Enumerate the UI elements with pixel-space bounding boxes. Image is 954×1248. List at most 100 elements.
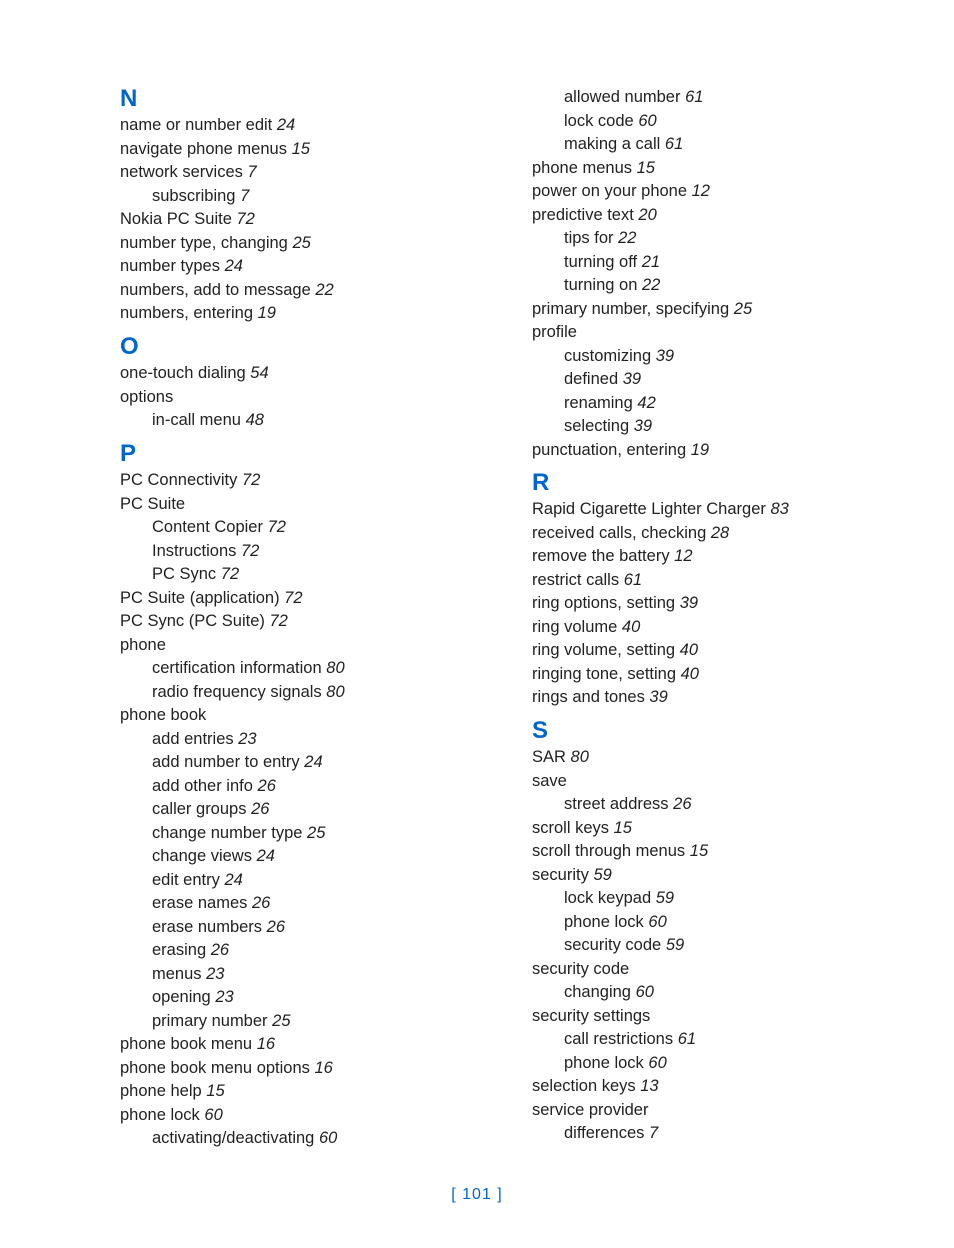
index-entry[interactable]: navigate phone menus 15 [120, 138, 462, 162]
index-entry[interactable]: service provider [532, 1099, 874, 1123]
index-entry[interactable]: name or number edit 24 [120, 114, 462, 138]
index-entry-label: scroll keys [532, 819, 609, 837]
index-subentry[interactable]: selecting 39 [564, 415, 874, 439]
index-subentry[interactable]: customizing 39 [564, 345, 874, 369]
index-subentry[interactable]: change views 24 [152, 845, 462, 869]
index-subentry[interactable]: change number type 25 [152, 822, 462, 846]
index-subentry[interactable]: phone lock 60 [564, 1052, 874, 1076]
index-entry-page: 59 [666, 936, 684, 954]
index-entry[interactable]: security code [532, 958, 874, 982]
index-subentry[interactable]: lock keypad 59 [564, 887, 874, 911]
index-entry[interactable]: number types 24 [120, 255, 462, 279]
index-entry-page: 7 [247, 163, 256, 181]
index-entry[interactable]: network services 7 [120, 161, 462, 185]
index-subentry[interactable]: making a call 61 [564, 133, 874, 157]
index-entry[interactable]: ring volume 40 [532, 616, 874, 640]
index-entry[interactable]: restrict calls 61 [532, 569, 874, 593]
index-entry-label: navigate phone menus [120, 140, 287, 158]
index-subentry[interactable]: in-call menu 48 [152, 409, 462, 433]
index-subentry[interactable]: radio frequency signals 80 [152, 681, 462, 705]
index-subentry[interactable]: call restrictions 61 [564, 1028, 874, 1052]
index-entry-page: 16 [257, 1035, 275, 1053]
index-subentry[interactable]: tips for 22 [564, 227, 874, 251]
index-entry-label: change number type [152, 824, 302, 842]
index-subentry[interactable]: changing 60 [564, 981, 874, 1005]
index-entry[interactable]: PC Suite [120, 493, 462, 517]
index-subentry[interactable]: opening 23 [152, 986, 462, 1010]
index-entry[interactable]: primary number, specifying 25 [532, 298, 874, 322]
index-subentry[interactable]: primary number 25 [152, 1010, 462, 1034]
index-entry[interactable]: number type, changing 25 [120, 232, 462, 256]
index-entry-label: number type, changing [120, 234, 288, 252]
index-entry-label: profile [532, 323, 577, 341]
index-entry[interactable]: scroll keys 15 [532, 817, 874, 841]
index-subentry[interactable]: renaming 42 [564, 392, 874, 416]
index-entry[interactable]: phone book [120, 704, 462, 728]
index-entry[interactable]: ring volume, setting 40 [532, 639, 874, 663]
index-entry[interactable]: PC Sync (PC Suite) 72 [120, 610, 462, 634]
index-entry[interactable]: phone book menu 16 [120, 1033, 462, 1057]
index-entry[interactable]: selection keys 13 [532, 1075, 874, 1099]
index-subentry[interactable]: lock code 60 [564, 110, 874, 134]
index-entry-page: 40 [681, 665, 699, 683]
index-entry[interactable]: predictive text 20 [532, 204, 874, 228]
index-entry[interactable]: ringing tone, setting 40 [532, 663, 874, 687]
index-subentry[interactable]: turning on 22 [564, 274, 874, 298]
index-entry[interactable]: security settings [532, 1005, 874, 1029]
index-subentry[interactable]: activating/deactivating 60 [152, 1127, 462, 1151]
index-entry[interactable]: options [120, 386, 462, 410]
index-subentry[interactable]: subscribing 7 [152, 185, 462, 209]
index-subentry[interactable]: allowed number 61 [564, 86, 874, 110]
index-entry[interactable]: rings and tones 39 [532, 686, 874, 710]
index-entry-label: tips for [564, 229, 614, 247]
index-entry[interactable]: received calls, checking 28 [532, 522, 874, 546]
index-subentry[interactable]: erase names 26 [152, 892, 462, 916]
index-entry[interactable]: power on your phone 12 [532, 180, 874, 204]
index-entry[interactable]: phone menus 15 [532, 157, 874, 181]
index-subentry[interactable]: security code 59 [564, 934, 874, 958]
index-entry[interactable]: profile [532, 321, 874, 345]
index-entry[interactable]: scroll through menus 15 [532, 840, 874, 864]
index-entry[interactable]: phone help 15 [120, 1080, 462, 1104]
index-subentry[interactable]: menus 23 [152, 963, 462, 987]
index-entry[interactable]: security 59 [532, 864, 874, 888]
index-entry[interactable]: PC Suite (application) 72 [120, 587, 462, 611]
index-entry[interactable]: SAR 80 [532, 746, 874, 770]
index-subentry[interactable]: caller groups 26 [152, 798, 462, 822]
index-subentry[interactable]: certification information 80 [152, 657, 462, 681]
index-entry[interactable]: numbers, entering 19 [120, 302, 462, 326]
index-subentry[interactable]: erase numbers 26 [152, 916, 462, 940]
index-entry-page: 15 [292, 140, 310, 158]
index-entry-label: in-call menu [152, 411, 241, 429]
index-entry[interactable]: remove the battery 12 [532, 545, 874, 569]
index-entry[interactable]: Nokia PC Suite 72 [120, 208, 462, 232]
index-subentry[interactable]: street address 26 [564, 793, 874, 817]
index-subentry[interactable]: Content Copier 72 [152, 516, 462, 540]
index-subentry[interactable]: PC Sync 72 [152, 563, 462, 587]
index-subentry[interactable]: phone lock 60 [564, 911, 874, 935]
index-entry-label: erase names [152, 894, 247, 912]
index-entry[interactable]: punctuation, entering 19 [532, 439, 874, 463]
index-entry-label: Content Copier [152, 518, 263, 536]
index-subentry[interactable]: Instructions 72 [152, 540, 462, 564]
index-subentry[interactable]: differences 7 [564, 1122, 874, 1146]
index-subentry[interactable]: defined 39 [564, 368, 874, 392]
index-entry[interactable]: phone book menu options 16 [120, 1057, 462, 1081]
index-subentry[interactable]: add entries 23 [152, 728, 462, 752]
index-entry[interactable]: phone lock 60 [120, 1104, 462, 1128]
index-entry-label: certification information [152, 659, 322, 677]
index-entry[interactable]: Rapid Cigarette Lighter Charger 83 [532, 498, 874, 522]
index-entry-label: ring volume [532, 618, 617, 636]
index-entry[interactable]: ring options, setting 39 [532, 592, 874, 616]
index-subentry[interactable]: add number to entry 24 [152, 751, 462, 775]
index-entry[interactable]: numbers, add to message 22 [120, 279, 462, 303]
index-entry[interactable]: save [532, 770, 874, 794]
index-subentry[interactable]: edit entry 24 [152, 869, 462, 893]
index-subentry[interactable]: add other info 26 [152, 775, 462, 799]
index-entry[interactable]: PC Connectivity 72 [120, 469, 462, 493]
index-entry[interactable]: one-touch dialing 54 [120, 362, 462, 386]
index-subentry[interactable]: erasing 26 [152, 939, 462, 963]
index-entry-page: 25 [272, 1012, 290, 1030]
index-subentry[interactable]: turning off 21 [564, 251, 874, 275]
index-entry[interactable]: phone [120, 634, 462, 658]
